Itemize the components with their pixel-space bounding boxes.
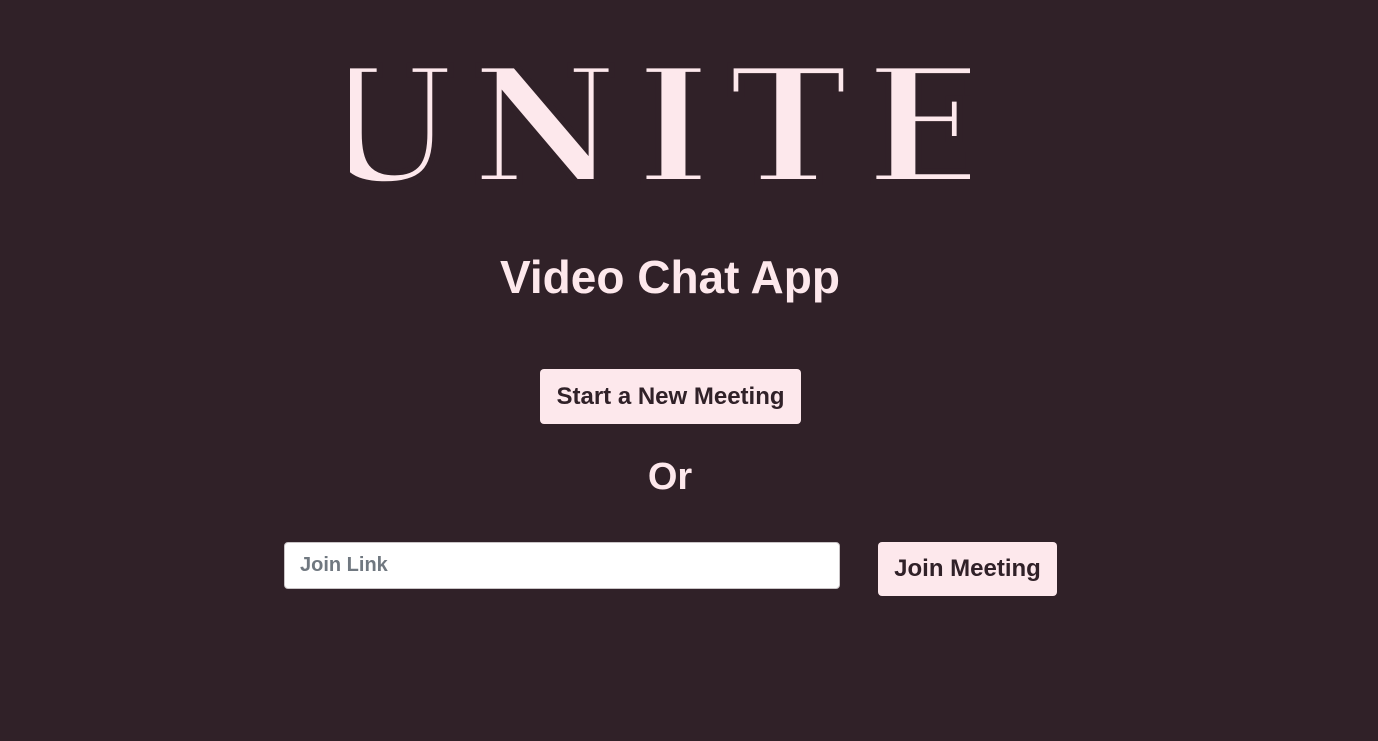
or-divider-text: Or bbox=[647, 456, 693, 498]
app-logo-text: UNITE bbox=[350, 40, 970, 200]
page-subtitle: Video Chat App bbox=[500, 251, 840, 303]
join-link-input[interactable] bbox=[284, 542, 840, 589]
start-new-meeting-button[interactable]: Start a New Meeting bbox=[540, 369, 801, 424]
join-meeting-button[interactable]: Join Meeting bbox=[878, 542, 1057, 596]
app-logo: UNITE bbox=[350, 40, 970, 200]
